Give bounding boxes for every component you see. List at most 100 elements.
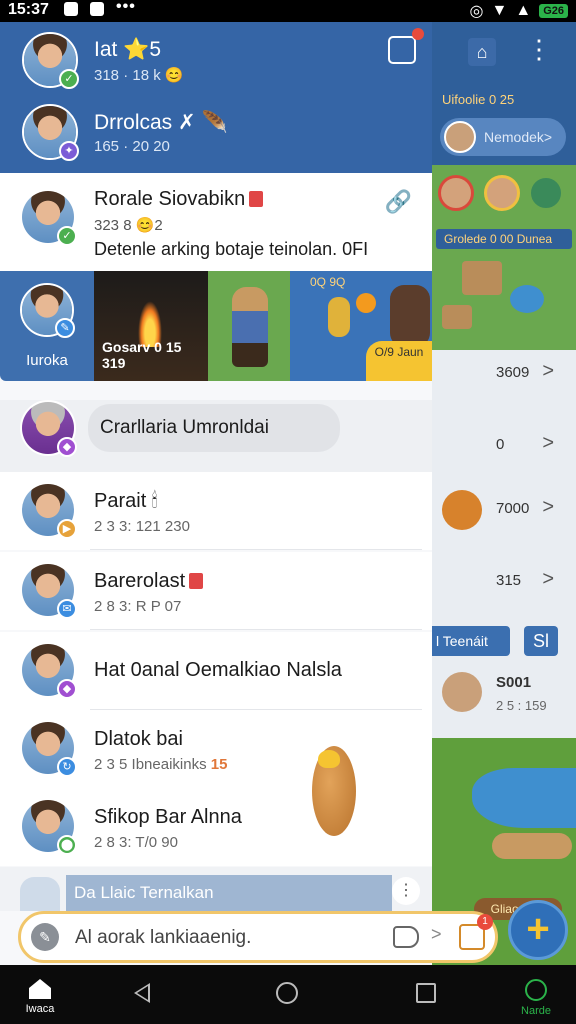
- status-badge: ↻: [57, 757, 77, 777]
- media-caption: Gosarv 0 15 319: [102, 339, 182, 371]
- battery-indicator: G26: [539, 4, 568, 18]
- chat-item[interactable]: ↻ Dlatok bai 2 3 5 Ibneaikinks 15: [0, 710, 432, 788]
- more-notifications: •••: [116, 0, 136, 15]
- alarm-icon: ◎: [469, 3, 484, 20]
- character-image: [328, 297, 350, 337]
- featured-chat[interactable]: ✓ Rorale Siovabikn 323 8 😊2 Detenle arki…: [0, 173, 432, 271]
- map-water: [472, 768, 576, 828]
- clock: 15:37: [8, 1, 49, 18]
- nav-mode[interactable]: Narde: [516, 979, 556, 1017]
- chat-meta: 2 3 3: 121 230: [94, 518, 190, 535]
- pinned-chat-bar[interactable]: Da Llaic Ternalkan ⋮: [0, 867, 432, 911]
- add-button[interactable]: +: [508, 900, 568, 960]
- chat-title: Sfikop Bar Alnna: [94, 806, 242, 828]
- wifi-icon: ▼: [491, 2, 508, 19]
- media-side[interactable]: ✎ Iuroka: [0, 271, 94, 381]
- message-input[interactable]: Al aorak lankiaaenig.: [75, 927, 251, 949]
- media-tile[interactable]: [208, 271, 290, 381]
- attach-icon[interactable]: ✎: [31, 923, 59, 951]
- list-item[interactable]: 0 >: [432, 416, 576, 476]
- pinned-chat-title: Da Llaic Ternalkan: [66, 875, 392, 911]
- home-circle-icon[interactable]: [276, 982, 298, 1004]
- game-building: [442, 305, 472, 329]
- media-strip[interactable]: ✎ Iuroka Gosarv 0 15 319 0Q 9Q O/9 Jaun: [0, 271, 432, 381]
- status-bar: 15:37 ••• ◎ ▼ ▲ G26: [0, 0, 576, 22]
- chat-preview: Detenle arking botaje teinolan. 0FI: [94, 239, 369, 259]
- avatar: ⬤: [20, 798, 77, 855]
- account-meta: 318 · 18 k 😊: [94, 67, 184, 84]
- status-badge: ◆: [57, 679, 77, 699]
- background-profile-pill[interactable]: Nemodek>: [440, 118, 566, 156]
- flag-icon: [189, 573, 204, 589]
- recents-icon[interactable]: [416, 983, 436, 1003]
- list-item[interactable]: 7000 >: [432, 480, 576, 540]
- account-item[interactable]: ✓ Iat ⭐5 318 · 18 k 😊: [22, 30, 402, 92]
- chat-item[interactable]: ✉ Barerolast 2 8 3: R P 07: [0, 552, 432, 630]
- home-icon: [29, 979, 51, 999]
- status-badge: ⬤: [57, 835, 77, 855]
- row-value: S001: [496, 674, 532, 691]
- media-tile[interactable]: Gosarv 0 15 319: [94, 271, 208, 381]
- nav-mode-label: Narde: [521, 1005, 551, 1017]
- more-options-icon[interactable]: ⋮: [392, 877, 420, 905]
- background-search-icon[interactable]: Sl: [524, 626, 558, 656]
- media-tag: O/9 Jaun: [366, 341, 432, 381]
- note-icon[interactable]: 1: [459, 914, 493, 950]
- character-image: [232, 287, 268, 367]
- chat-title: Dlatok bai: [94, 728, 183, 750]
- chevron-right-icon[interactable]: >: [431, 924, 442, 945]
- drawer-header: ✓ Iat ⭐5 318 · 18 k 😊 ✦ Drrolcas ✗ 🪶 165…: [0, 22, 432, 173]
- status-badge: ◆: [57, 437, 77, 457]
- pill-label: Nemodek>: [484, 129, 553, 145]
- chevron-right-icon: >: [542, 496, 554, 518]
- chat-item[interactable]: ⬤ Sfikop Bar Alnna 2 8 3: T/0 90: [0, 788, 432, 866]
- avatar: [444, 121, 476, 153]
- nav-home[interactable]: Iwaca: [22, 979, 58, 1015]
- media-header: 0Q 9Q: [310, 275, 346, 289]
- back-icon[interactable]: [134, 983, 150, 1003]
- status-badge: ✦: [59, 141, 79, 161]
- list-item[interactable]: 315 >: [432, 552, 576, 612]
- list-item[interactable]: 3609 >: [432, 344, 576, 404]
- status-badge: ✉: [57, 599, 77, 619]
- notification-icon: [90, 2, 104, 16]
- send-icon[interactable]: [393, 926, 419, 948]
- game-building: [462, 261, 502, 295]
- chat-title: Parait 🕯: [94, 490, 158, 512]
- account-item[interactable]: ✦ Drrolcas ✗ 🪶 165 · 20 20: [22, 102, 402, 164]
- media-tile[interactable]: 0Q 9Q O/9 Jaun: [290, 271, 432, 381]
- chat-meta: 323 8 😊2: [94, 217, 163, 234]
- avatar: ✓: [20, 189, 77, 246]
- game-banner[interactable]: Grolede 0 00 Dunea: [432, 165, 576, 350]
- list-item[interactable]: S001 2 5 : 159: [432, 662, 576, 726]
- message-input-bar[interactable]: ✎ Al aorak lankiaaenig. > 1: [18, 911, 498, 963]
- avatar: ✎: [20, 283, 75, 338]
- avatar: ▶: [20, 482, 77, 539]
- status-badge: ✓: [57, 226, 77, 246]
- chevron-right-icon: >: [542, 360, 554, 382]
- notification-dot: [412, 28, 424, 40]
- background-title: Uifoolie 0 25: [442, 92, 515, 107]
- link-icon[interactable]: 🔗: [385, 189, 412, 215]
- mode-icon: [525, 979, 547, 1001]
- avatar: ✦: [22, 104, 79, 161]
- background-search-button[interactable]: l Teenáit: [432, 626, 510, 656]
- chat-title: Barerolast: [94, 570, 204, 593]
- more-options-icon[interactable]: ⋮: [526, 36, 552, 62]
- avatar: ◆: [20, 642, 77, 699]
- row-value: 7000: [496, 500, 530, 517]
- avatar: [20, 877, 60, 911]
- avatar: ↻: [20, 720, 77, 777]
- avatar: [484, 175, 520, 211]
- chat-item[interactable]: ▶ Parait 🕯 2 3 3: 121 230: [0, 472, 432, 550]
- chat-item[interactable]: ◆ Hat 0anal Oemalkiao Nalsla: [0, 632, 432, 710]
- status-badge: ✓: [59, 69, 79, 89]
- home-icon[interactable]: ⌂: [468, 38, 496, 66]
- chat-bubble-row[interactable]: ◆ Crarllaria Umronldai: [0, 400, 432, 472]
- chat-title: Rorale Siovabikn: [94, 188, 264, 211]
- potato-sticker: [312, 746, 356, 836]
- background-screen: ⌂ ⋮ Uifoolie 0 25 Nemodek> Grolede 0 00 …: [432, 22, 576, 965]
- chat-meta: 2 8 3: R P 07: [94, 598, 182, 615]
- avatar: [438, 175, 474, 211]
- row-meta: 2 5 : 159: [496, 698, 547, 713]
